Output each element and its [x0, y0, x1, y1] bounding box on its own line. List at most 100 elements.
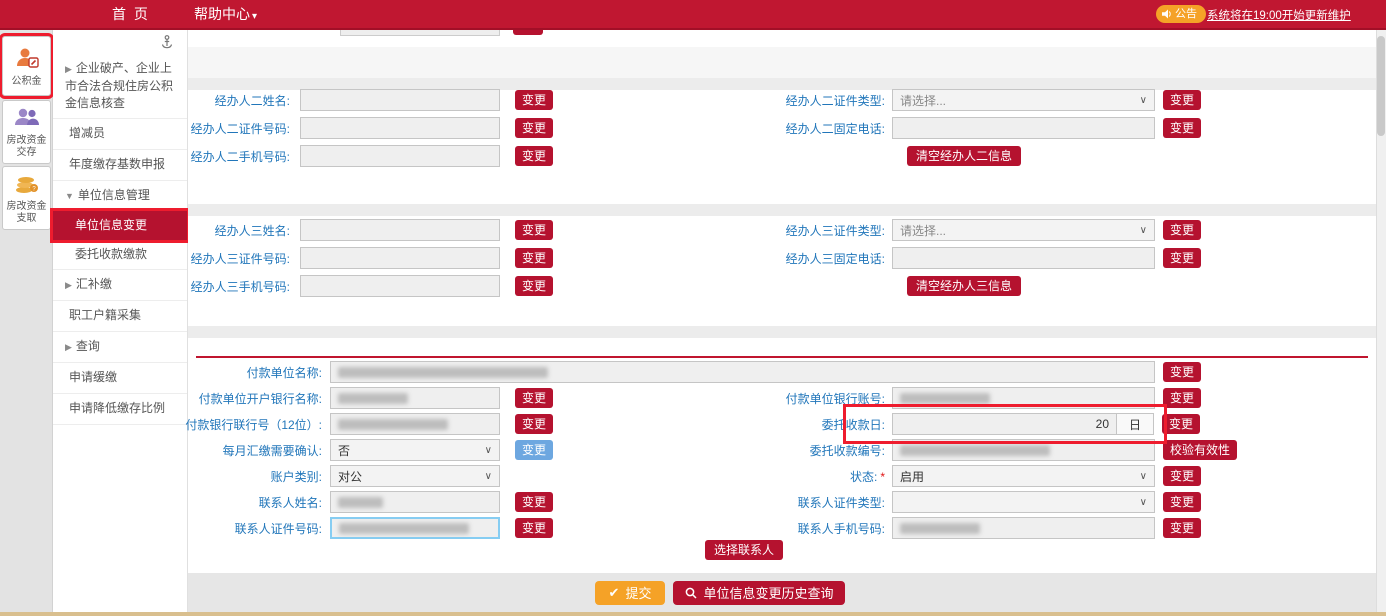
- change-button[interactable]: 变更: [515, 414, 553, 434]
- agent3-id-input[interactable]: [300, 247, 500, 269]
- menu-item-apply-defer-payment[interactable]: 申请缓缴: [53, 363, 187, 394]
- payment-bankname-input[interactable]: [330, 387, 500, 409]
- change-button[interactable]: 变更: [1163, 362, 1201, 382]
- collect-day-input[interactable]: 20: [892, 413, 1117, 435]
- change-button[interactable]: 变更: [1163, 388, 1201, 408]
- change-button[interactable]: 变更: [515, 220, 553, 240]
- payment-section-divider: [196, 356, 1368, 358]
- masked-value: [900, 393, 990, 404]
- field-label: 经办人二证件类型:: [735, 92, 885, 109]
- change-button[interactable]: 变更: [1163, 220, 1201, 240]
- change-button[interactable]: 变更: [1162, 414, 1200, 434]
- agent3-idtype-row: 经办人三证件类型: 请选择... ∨ 变更: [735, 218, 1201, 242]
- bank-account-input[interactable]: [892, 387, 1155, 409]
- contact-phone-input[interactable]: [892, 517, 1155, 539]
- change-button-disabled[interactable]: 变更: [515, 440, 553, 460]
- payment-company-input[interactable]: [330, 361, 1155, 383]
- clear-agent3-button[interactable]: 清空经办人三信息: [907, 276, 1021, 296]
- change-button[interactable]: 变更: [515, 492, 553, 512]
- person-edit-icon: [14, 45, 40, 76]
- agent3-phone-input[interactable]: [300, 275, 500, 297]
- change-button[interactable]: 变更: [1163, 466, 1201, 486]
- anchor-icon[interactable]: [161, 35, 173, 49]
- agent2-phone-input[interactable]: [300, 145, 500, 167]
- menu-group-unit-info[interactable]: ▼单位信息管理: [53, 181, 187, 211]
- agent2-id-input[interactable]: [300, 117, 500, 139]
- change-button[interactable]: 变更: [515, 90, 553, 110]
- app-label-line2: 交存: [17, 147, 37, 159]
- announcement-label: 公告: [1175, 5, 1197, 23]
- section-gap: [188, 47, 1376, 78]
- announcement-badge[interactable]: 公告: [1156, 5, 1206, 23]
- payment-bankcode-input[interactable]: [330, 413, 500, 435]
- chevron-down-icon: ∨: [485, 445, 492, 456]
- change-button[interactable]: 变更: [515, 118, 553, 138]
- field-label: 经办人二证件号码:: [140, 120, 290, 137]
- menu-item-apply-lower-ratio[interactable]: 申请降低缴存比例: [53, 394, 187, 425]
- section-gap: [188, 326, 1376, 338]
- nav-help-center[interactable]: 帮助中心▾: [194, 0, 257, 28]
- agent3-tel-input[interactable]: [892, 247, 1155, 269]
- menu-item-staff-household-collect[interactable]: 职工户籍采集: [53, 301, 187, 332]
- masked-value: [339, 523, 469, 534]
- field-label: 联系人证件号码:: [172, 520, 322, 537]
- contact-phone-row: 联系人手机号码: 变更: [735, 516, 1201, 540]
- collect-no-row: 委托收款编号: 校验有效性: [735, 438, 1237, 462]
- coins-icon: ?: [13, 172, 41, 201]
- agent2-id-row: 经办人二证件号码: 变更: [140, 116, 553, 140]
- field-label: 付款单位银行账号:: [735, 390, 885, 407]
- history-query-button[interactable]: 单位信息变更历史查询: [673, 581, 845, 605]
- app-label: 房改资金: [7, 201, 47, 213]
- agent3-phone-row: 经办人三手机号码: 变更: [140, 274, 553, 298]
- agent2-idtype-select[interactable]: 请选择... ∨: [892, 89, 1155, 111]
- clear-agent2-button[interactable]: 清空经办人二信息: [907, 146, 1021, 166]
- validate-button[interactable]: 校验有效性: [1163, 440, 1237, 460]
- change-button[interactable]: 变更: [515, 518, 553, 538]
- change-button[interactable]: 变更: [515, 388, 553, 408]
- cutoff-change-button: [513, 30, 543, 35]
- app-item-fanggai-jiaocun[interactable]: 房改资金 交存: [2, 100, 51, 164]
- chevron-down-icon: ∨: [485, 471, 492, 482]
- monthly-confirm-select[interactable]: 否 ∨: [330, 439, 500, 461]
- collect-no-input[interactable]: [892, 439, 1155, 461]
- choose-contact-button[interactable]: 选择联系人: [705, 540, 783, 560]
- menu-item-query[interactable]: ▶ 查询: [53, 332, 187, 363]
- change-button[interactable]: 变更: [1163, 248, 1201, 268]
- masked-value: [338, 419, 448, 430]
- cutoff-input: [340, 30, 500, 36]
- field-label: 联系人证件类型:: [735, 494, 885, 511]
- agent3-idtype-select[interactable]: 请选择... ∨: [892, 219, 1155, 241]
- contact-id-input[interactable]: [330, 517, 500, 539]
- collect-day-row: 委托收款日: 20 日 变更: [735, 412, 1200, 436]
- anchor-row: [53, 30, 187, 54]
- agent3-name-input[interactable]: [300, 219, 500, 241]
- change-button[interactable]: 变更: [1163, 492, 1201, 512]
- masked-value: [338, 497, 383, 508]
- change-button[interactable]: 变更: [515, 248, 553, 268]
- change-button[interactable]: 变更: [515, 276, 553, 296]
- scrollbar-thumb[interactable]: [1377, 36, 1385, 136]
- app-item-gongjijin[interactable]: 公积金: [2, 36, 51, 96]
- change-button[interactable]: 变更: [1163, 518, 1201, 538]
- contact-name-input[interactable]: [330, 491, 500, 513]
- app-item-fanggai-zhiqu[interactable]: ? 房改资金 支取: [2, 166, 51, 230]
- field-label: 经办人三固定电话:: [735, 250, 885, 267]
- arrow-right-icon: ▶: [65, 64, 72, 74]
- agent2-name-input[interactable]: [300, 89, 500, 111]
- check-icon: ✔: [609, 585, 620, 601]
- maintenance-notice-link[interactable]: 系统将在19:00开始更新维护: [1207, 7, 1351, 23]
- status-select[interactable]: 启用 ∨: [892, 465, 1155, 487]
- change-button[interactable]: 变更: [1163, 118, 1201, 138]
- masked-value: [338, 393, 408, 404]
- account-type-select[interactable]: 对公 ∨: [330, 465, 500, 487]
- submit-button[interactable]: ✔ 提交: [595, 581, 666, 605]
- agent2-tel-input[interactable]: [892, 117, 1155, 139]
- change-button[interactable]: 变更: [1163, 90, 1201, 110]
- contact-type-select[interactable]: ∨: [892, 491, 1155, 513]
- menu-item-label: 增减员: [69, 126, 105, 140]
- menu-item-label: 查询: [76, 339, 100, 353]
- arrow-right-icon: ▶: [65, 342, 72, 352]
- change-button[interactable]: 变更: [515, 146, 553, 166]
- nav-home[interactable]: 首 页: [112, 0, 150, 28]
- menu-item-label: 申请缓缴: [69, 370, 117, 384]
